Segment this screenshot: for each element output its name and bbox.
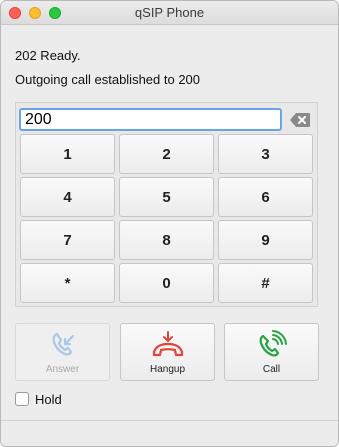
keypad-key-5[interactable]: 5 — [119, 177, 214, 217]
answer-button[interactable]: Answer — [15, 323, 110, 381]
call-phone-icon — [259, 330, 287, 357]
keypad-key-3[interactable]: 3 — [218, 134, 313, 174]
app-window: qSIP Phone 202 Ready. Outgoing call esta… — [0, 0, 339, 447]
registration-status: 202 Ready. — [15, 48, 81, 63]
hold-checkbox-box[interactable] — [15, 392, 29, 406]
keypad-key-star[interactable]: * — [20, 263, 115, 303]
backspace-icon — [290, 113, 310, 127]
keypad-key-7[interactable]: 7 — [20, 220, 115, 260]
window-title: qSIP Phone — [134, 5, 205, 20]
answer-phone-icon — [52, 332, 74, 356]
keypad-key-4[interactable]: 4 — [20, 177, 115, 217]
call-status: Outgoing call established to 200 — [15, 72, 201, 87]
call-button[interactable]: Call — [224, 323, 319, 381]
keypad-key-1[interactable]: 1 — [20, 134, 115, 174]
keypad-key-hash[interactable]: # — [218, 263, 313, 303]
keypad-key-8[interactable]: 8 — [119, 220, 214, 260]
keypad-key-6[interactable]: 6 — [218, 177, 313, 217]
backspace-button[interactable] — [289, 112, 311, 128]
answer-label: Answer — [45, 364, 80, 375]
keypad-key-9[interactable]: 9 — [218, 220, 313, 260]
hold-checkbox[interactable]: Hold — [15, 391, 62, 407]
hangup-button[interactable]: Hangup — [120, 323, 215, 381]
keypad-key-2[interactable]: 2 — [119, 134, 214, 174]
keypad-key-0[interactable]: 0 — [119, 263, 214, 303]
hangup-phone-icon — [152, 331, 183, 357]
hold-label: Hold — [35, 391, 62, 407]
call-label: Call — [262, 364, 281, 375]
status-bar — [1, 420, 338, 446]
dial-number-input[interactable] — [19, 108, 282, 131]
hangup-label: Hangup — [149, 364, 186, 375]
title-bar: qSIP Phone — [1, 1, 338, 25]
